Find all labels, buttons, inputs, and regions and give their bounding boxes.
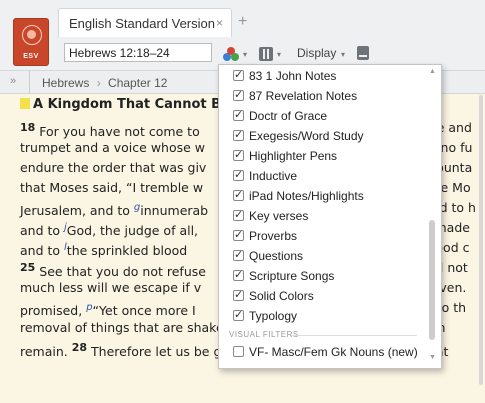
menu-scrollbar-thumb[interactable]	[429, 220, 435, 340]
display-button[interactable]: Display	[297, 46, 336, 60]
checkbox[interactable]	[233, 88, 244, 101]
verse-number[interactable]: 25	[20, 261, 35, 274]
section-heading-text: A Kingdom That Cannot Be	[33, 97, 230, 112]
verse-line: that Moses said, “I tremble w	[20, 178, 203, 198]
breadcrumb: Hebrews › Chapter 12	[42, 76, 167, 90]
visual-filters-icon[interactable]	[223, 47, 239, 61]
menu-item-label: Typology	[249, 309, 298, 323]
checkbox[interactable]	[233, 148, 244, 161]
checkbox[interactable]	[233, 188, 244, 201]
verse-text: endure the order that was giv	[20, 160, 207, 175]
highlight-marker-icon	[20, 98, 30, 109]
verse-text: trumpet and a voice whose w	[20, 140, 206, 155]
parallel-icon[interactable]	[259, 47, 273, 61]
verse-text: promised,	[20, 303, 87, 319]
add-tab-button[interactable]: +	[238, 13, 247, 31]
verse-line: much less will we escape if v	[20, 278, 201, 298]
breadcrumb-book[interactable]: Hebrews	[42, 76, 89, 90]
verse-text: remain.	[20, 344, 72, 360]
verse-text: Jerusalem, and to	[20, 203, 134, 219]
verse-text: that Moses said, “I tremble w	[20, 180, 204, 195]
menu-item-label: 87 Revelation Notes	[249, 89, 358, 103]
logo-label: ESV	[23, 53, 39, 60]
verse-text: much less will we escape if v	[20, 280, 202, 295]
checkbox[interactable]	[233, 68, 244, 81]
close-icon[interactable]: ×	[216, 16, 223, 30]
verse-number[interactable]: 18	[20, 121, 35, 134]
checkbox[interactable]	[233, 208, 244, 221]
verse-number[interactable]: 28	[72, 341, 87, 354]
menu-item-label: Exegesis/Word Study	[249, 129, 364, 143]
expand-arrows-icon[interactable]: »	[10, 75, 16, 87]
green-dot-icon	[231, 53, 239, 61]
checkbox[interactable]	[233, 346, 244, 357]
tab-title: English Standard Version	[69, 16, 215, 31]
page-scrollbar[interactable]	[479, 95, 483, 385]
menu-item-label: iPad Notes/Highlights	[249, 189, 364, 203]
verse-text: innumerab	[140, 203, 209, 219]
notes-icon[interactable]	[357, 46, 369, 60]
breadcrumb-separator: ›	[96, 76, 101, 90]
menu-item-label: Solid Colors	[249, 289, 314, 303]
verse-line: trumpet and a voice whose w	[20, 138, 205, 158]
checkbox[interactable]	[233, 248, 244, 261]
menu-item-label: Highlighter Pens	[249, 149, 338, 163]
menu-item-label: Scripture Songs	[249, 269, 335, 283]
checkbox[interactable]	[233, 288, 244, 301]
breadcrumb-chapter[interactable]: Chapter 12	[108, 76, 167, 90]
esv-logo[interactable]: ESV	[14, 19, 48, 65]
tab-esv[interactable]: English Standard Version ×	[58, 8, 232, 37]
menu-item-label: 83 1 John Notes	[249, 69, 337, 83]
visual-filters-caret-icon[interactable]: ▾	[243, 50, 247, 59]
visual-filters-header: VISUAL FILTERS	[229, 330, 299, 339]
checkbox[interactable]	[233, 308, 244, 321]
verse-line: endure the order that was giv	[20, 158, 206, 178]
verse-text: See that you do not refuse	[35, 264, 206, 280]
checkbox[interactable]	[233, 268, 244, 281]
visual-filters-menu: ▲ 83 1 John Notes 87 Revelation Notes Doct…	[218, 64, 442, 369]
verse-text: and to	[20, 243, 65, 259]
nav-divider	[29, 71, 30, 93]
checkbox[interactable]	[233, 228, 244, 241]
verse-text: the sprinkled blood	[66, 243, 188, 259]
parallel-caret-icon[interactable]: ▾	[277, 50, 281, 59]
section-heading: A Kingdom That Cannot Be	[20, 97, 230, 112]
menu-item-label: Inductive	[249, 169, 298, 183]
checkbox[interactable]	[233, 108, 244, 121]
menu-item-label: Key verses	[249, 209, 309, 223]
display-caret-icon[interactable]: ▾	[341, 50, 345, 59]
verse-text: God, the judge of all,	[66, 223, 199, 239]
logo-emblem-icon	[22, 25, 42, 45]
checkbox[interactable]	[233, 128, 244, 141]
verse-text: “Yet once more I	[92, 303, 196, 319]
scroll-down-icon[interactable]: ▼	[429, 354, 436, 361]
checkbox[interactable]	[233, 168, 244, 181]
reference-input[interactable]	[64, 43, 212, 62]
verse-text: and to	[20, 223, 65, 239]
verse-text: For you have not come to	[35, 124, 200, 140]
scroll-up-icon[interactable]: ▲	[429, 68, 436, 75]
menu-item-label: Questions	[249, 249, 304, 263]
visual-filters-divider	[291, 335, 417, 336]
menu-item-label: Doctr of Grace	[249, 109, 328, 123]
title-bar: ESV English Standard Version × + ▾ ▾ Dis…	[0, 0, 485, 71]
menu-item-label: VF- Masc/Fem Gk Nouns (new)	[249, 345, 418, 359]
menu-item-label: Proverbs	[249, 229, 298, 243]
